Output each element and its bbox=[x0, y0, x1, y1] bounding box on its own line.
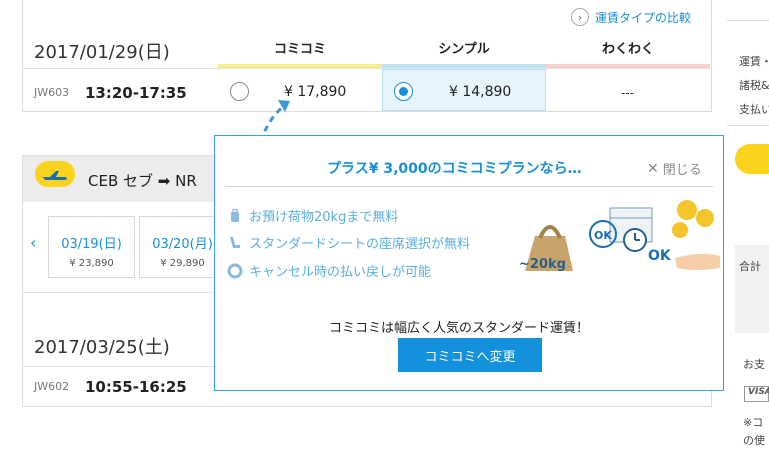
chevron-left-icon[interactable]: ‹ bbox=[30, 233, 36, 252]
feature-label: キャンセル時の払い戻しが可能 bbox=[249, 265, 432, 280]
sidebar-payment-method-label: お支 bbox=[743, 358, 765, 371]
date-option-date: 03/20(月) bbox=[152, 237, 213, 252]
date-option[interactable]: 03/20(月) ¥ 29,890 bbox=[139, 216, 226, 278]
flight1-time: 13:20-17:35 bbox=[85, 84, 187, 102]
weight-label: ~20kg bbox=[519, 257, 566, 272]
refund-ring-icon bbox=[227, 263, 243, 278]
sidebar-payment-label: 支払い bbox=[739, 103, 769, 116]
sidebar-divider bbox=[727, 20, 769, 21]
date-option[interactable]: 03/19(日) ¥ 23,890 bbox=[48, 216, 135, 278]
feature-refund: キャンセル時の払い戻しが可能 bbox=[227, 261, 431, 280]
fare-compare-link[interactable]: › 運賃タイプの比較 bbox=[571, 8, 691, 26]
visa-card-icon: VISA bbox=[744, 386, 769, 402]
price-wakuwaku: --- bbox=[621, 86, 634, 100]
date-option-price: ¥ 29,890 bbox=[160, 258, 205, 269]
seat-icon bbox=[230, 236, 240, 248]
feature-label: お預け荷物20kgまで無料 bbox=[249, 210, 399, 225]
divider bbox=[22, 68, 712, 69]
upsell-popup: プラス¥ 3,000のコミコミプランなら… ✕ 閉じる お預け荷物20kgまで無… bbox=[214, 135, 724, 391]
close-icon: ✕ bbox=[647, 160, 659, 177]
route-label: CEB セブ ➡ NR bbox=[88, 172, 197, 190]
airplane-icon bbox=[35, 161, 75, 187]
price-simple: ¥ 14,890 bbox=[449, 84, 512, 100]
fare-compare-label: 運賃タイプの比較 bbox=[595, 10, 692, 25]
flight2-number: JW602 bbox=[34, 380, 70, 393]
date-option-price: ¥ 23,890 bbox=[69, 258, 114, 269]
flight2-date: 2017/03/25(土) bbox=[34, 337, 170, 358]
popup-title: プラス¥ 3,000のコミコミプランなら… bbox=[327, 161, 582, 177]
change-to-komikomi-button[interactable]: コミコミへ変更 bbox=[398, 338, 542, 372]
sidebar-tax-label: 諸税& bbox=[739, 79, 769, 92]
popup-close-button[interactable]: ✕ 閉じる bbox=[647, 159, 702, 179]
sidebar-note: の使 bbox=[743, 434, 765, 447]
sidebar-note: ※コ bbox=[743, 416, 764, 429]
luggage-icon bbox=[231, 208, 239, 222]
popup-close-label: 閉じる bbox=[662, 163, 702, 178]
sidebar-divider bbox=[727, 125, 769, 126]
fare-radio-simple[interactable] bbox=[394, 82, 413, 101]
ok-label: OK bbox=[648, 248, 672, 264]
feature-label: スタンダードシートの座席選択が無料 bbox=[249, 237, 471, 252]
flight2-time: 10:55-16:25 bbox=[85, 378, 187, 396]
airplane-badge-icon bbox=[735, 144, 769, 174]
fare-column-simple: シンプル bbox=[438, 42, 490, 57]
popup-message: コミコミは幅広く人気のスタンダード運賃！ bbox=[329, 321, 590, 336]
sidebar-total-label: 合計 bbox=[739, 260, 761, 273]
ok-label: OK bbox=[594, 229, 612, 242]
flight1-date: 2017/01/29(日) bbox=[34, 42, 170, 63]
date-option-date: 03/19(日) bbox=[61, 237, 122, 252]
feature-baggage: お預け荷物20kgまで無料 bbox=[227, 206, 398, 225]
sidebar-fare-label: 運賃・ bbox=[739, 55, 769, 68]
fare-column-komikomi: コミコミ bbox=[273, 42, 326, 57]
divider bbox=[225, 186, 713, 187]
chevron-right-icon: › bbox=[571, 8, 589, 26]
benefits-illustration: ~20kg OK OK bbox=[519, 200, 720, 272]
feature-seat: スタンダードシートの座席選択が無料 bbox=[227, 233, 470, 252]
flight1-number: JW603 bbox=[34, 86, 70, 99]
fare-column-wakuwaku: わくわく bbox=[601, 42, 654, 57]
